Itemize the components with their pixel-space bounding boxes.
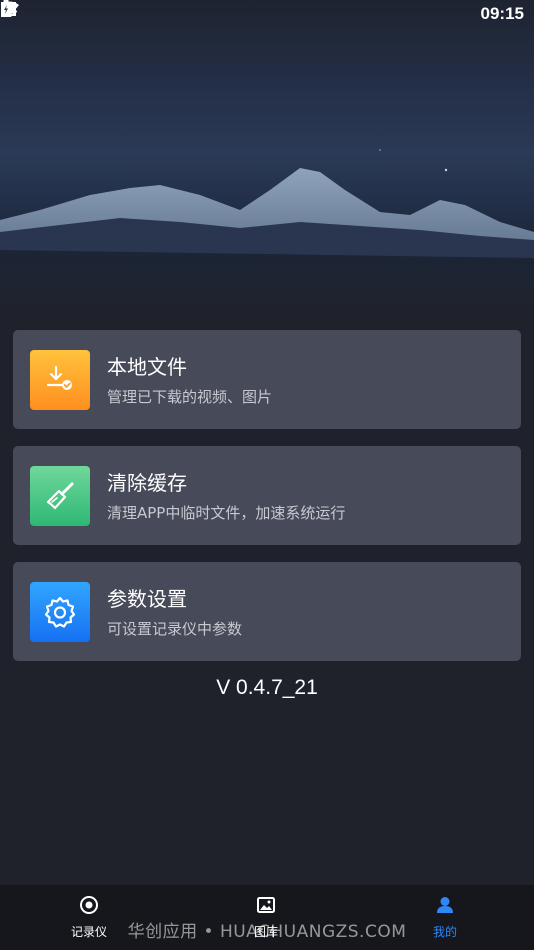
brush-icon xyxy=(30,465,90,526)
card-subtitle: 管理已下载的视频、图片 xyxy=(107,387,273,406)
mountain-image xyxy=(0,149,534,320)
local-files-card[interactable]: 本地文件 管理已下载的视频、图片 xyxy=(13,330,521,429)
watermark: 华创应用 • HUACHUANGZS.COM xyxy=(127,922,407,942)
clock: 09:15 xyxy=(480,4,524,23)
person-icon xyxy=(435,895,455,919)
gallery-icon xyxy=(256,895,276,919)
recorder-icon xyxy=(79,895,99,919)
gear-icon xyxy=(30,581,90,642)
header-banner: 09:15 xyxy=(0,0,534,320)
version-label: V 0.4.7_21 xyxy=(216,676,318,699)
card-title: 清除缓存 xyxy=(107,470,187,495)
card-subtitle: 可设置记录仪中参数 xyxy=(107,619,243,638)
wifi-icon xyxy=(1,1,421,23)
font-icon xyxy=(2,2,84,23)
settings-card[interactable]: 参数设置 可设置记录仪中参数 xyxy=(13,562,521,661)
battery-icon xyxy=(1,0,473,23)
card-subtitle: 清理APP中临时文件，加速系统运行 xyxy=(107,503,346,522)
card-title: 本地文件 xyxy=(107,354,187,379)
status-bar: 09:15 xyxy=(0,0,534,28)
card-title: 参数设置 xyxy=(107,586,187,611)
sync-icon xyxy=(2,2,56,23)
download-icon xyxy=(30,349,90,410)
clear-cache-card[interactable]: 清除缓存 清理APP中临时文件，加速系统运行 xyxy=(13,446,521,545)
airplane-icon xyxy=(1,1,447,23)
